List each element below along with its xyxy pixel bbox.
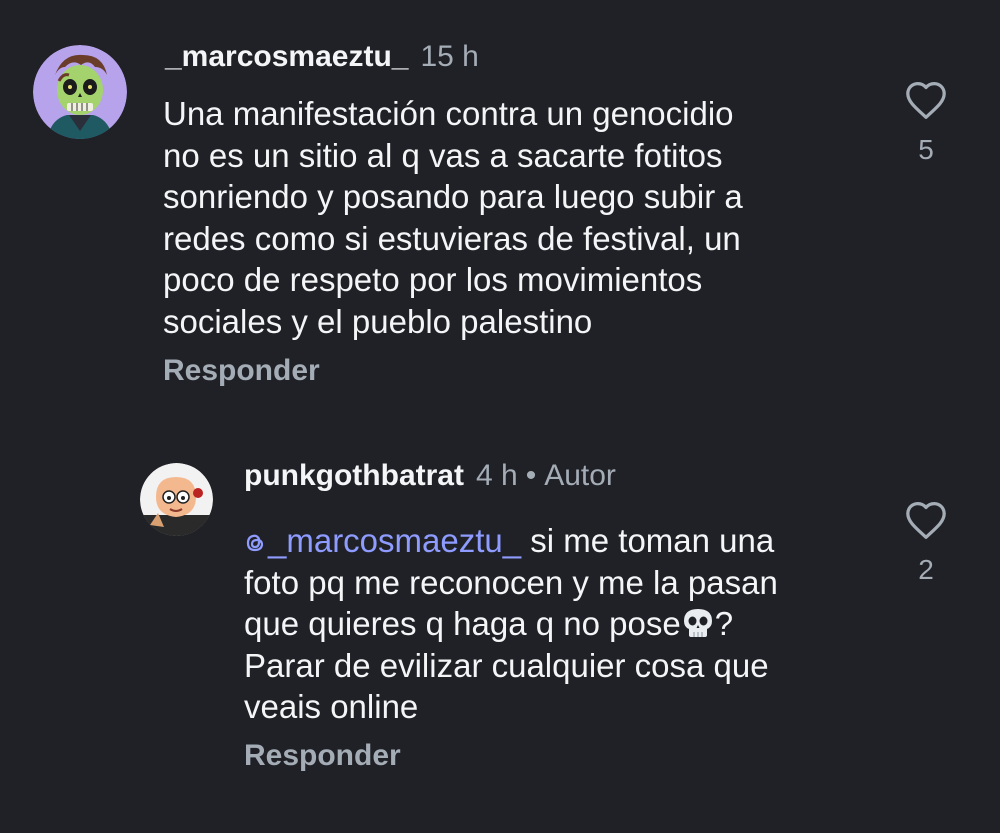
like-count: 5 xyxy=(918,134,934,165)
heart-outline-icon[interactable] xyxy=(904,500,948,540)
comment-line: Parar de evilizar cualquier cosa que xyxy=(244,646,769,684)
cartoon-avatar-icon xyxy=(140,463,213,536)
username[interactable]: punkgothbatrat xyxy=(244,459,464,493)
username[interactable]: _marcosmaeztu_ xyxy=(165,40,408,74)
comment-text: Una manifestación contra un genocidio no… xyxy=(163,93,743,342)
comment-line: que quieres q haga q no pose ? xyxy=(244,603,778,645)
timestamp: 15 h xyxy=(420,40,479,73)
comment-text: _marcosmaeztu_ si me toman una foto pq m… xyxy=(244,520,778,728)
reply-button[interactable]: Responder xyxy=(244,739,401,773)
threads-at-icon xyxy=(246,534,264,552)
mention-username[interactable]: _marcosmaeztu_ xyxy=(268,522,521,559)
comment-line: foto pq me reconocen y me la pasan xyxy=(244,563,778,601)
skull-emoji-icon xyxy=(683,609,712,637)
heart-outline-icon[interactable] xyxy=(904,80,948,120)
comment-line: Una manifestación contra un genocidio xyxy=(163,95,734,132)
comment-line-text: que quieres q haga q no pose xyxy=(244,605,681,642)
avatar[interactable] xyxy=(33,45,127,139)
comment-line: redes como si estuvieras de festival, un xyxy=(163,219,741,257)
mention-link[interactable]: _marcosmaeztu_ xyxy=(244,522,521,559)
comment-line: sociales y el pueblo palestino xyxy=(163,302,593,340)
avatar[interactable] xyxy=(140,463,213,536)
comment-line: veais online xyxy=(244,688,419,725)
zombie-avatar-icon xyxy=(33,45,127,139)
reply-button[interactable]: Responder xyxy=(163,354,320,388)
comment-line: sonriendo y posando para luego subir a xyxy=(163,178,743,215)
comment-header: _marcosmaeztu_ 15 h xyxy=(165,40,479,80)
comment-line-text: si me toman una xyxy=(521,522,775,559)
comment-header: punkgothbatrat 4 h • Autor xyxy=(244,459,616,499)
timestamp: 4 h xyxy=(475,459,518,492)
like-control: 5 xyxy=(896,80,956,166)
comment-line: poco de respeto por los movimientos xyxy=(163,261,703,298)
author-badge: Autor xyxy=(544,459,616,492)
separator-dot: • xyxy=(525,459,537,492)
comment-line: no es un sitio al q vas a sacarte fotito… xyxy=(163,136,723,174)
like-control: 2 xyxy=(896,500,956,586)
comment-line-text: ? xyxy=(714,605,734,642)
like-count: 2 xyxy=(918,554,934,585)
comment-line: _marcosmaeztu_ si me toman una xyxy=(244,520,778,562)
